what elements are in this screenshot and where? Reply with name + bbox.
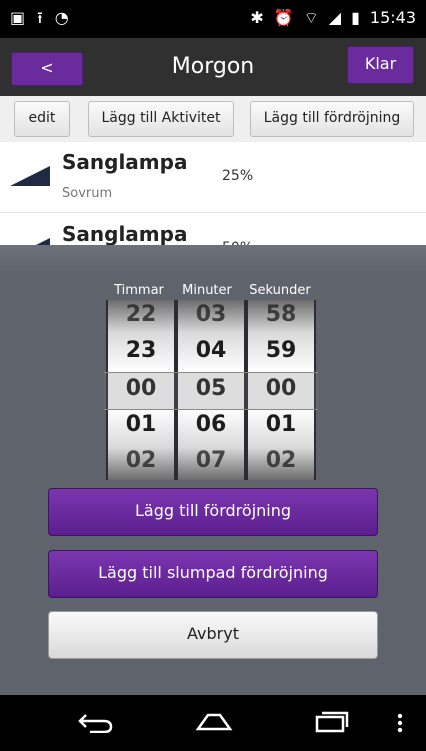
status-time: 15:43 [369, 8, 416, 27]
picker-value: 01 [265, 412, 297, 437]
wifi-icon: ⌔ [303, 7, 319, 27]
picker-value: 02 [125, 448, 157, 473]
picker-value: 02 [265, 448, 297, 473]
cancel-button[interactable]: Avbryt [48, 611, 378, 659]
bluetooth-icon: ✱ [250, 7, 264, 27]
picker-value: 07 [195, 448, 227, 473]
picker-value: 06 [195, 412, 227, 437]
recent-apps-icon[interactable] [314, 710, 350, 734]
dialog-top-edge [0, 245, 426, 275]
navigation-bar [0, 695, 426, 751]
device-name: Sanglampa [62, 222, 188, 246]
home-icon[interactable] [194, 711, 234, 733]
battery-icon: ▮ [351, 7, 360, 27]
device-location: Sovrum [62, 186, 113, 201]
upload-icon: ⭱ [37, 8, 43, 27]
picker-value: 03 [195, 302, 227, 327]
minutes-label: Minuter [182, 283, 232, 298]
wifi-signal-icon: ◔ [54, 8, 69, 27]
menu-icon[interactable] [396, 713, 404, 733]
back-icon[interactable] [78, 711, 114, 733]
add-delay-toolbar-button[interactable]: Lägg till fördröjning [250, 101, 414, 137]
dimmer-level-icon [10, 166, 50, 186]
app-header: < Morgon Klar [0, 38, 426, 96]
picker-value: 22 [125, 302, 157, 327]
image-icon: ▣ [10, 8, 26, 27]
device-value: 25% [222, 168, 254, 184]
cell-signal-icon: ◢ [328, 7, 342, 27]
picker-value: 01 [125, 412, 157, 437]
picker-value: 04 [195, 338, 227, 363]
toolbar: edit Lägg till Aktivitet Lägg till fördr… [0, 96, 426, 143]
alarm-icon: ⏰ [273, 7, 294, 27]
device-name: Sanglampa [62, 150, 188, 174]
done-button[interactable]: Klar [347, 46, 414, 84]
picker-value: 58 [265, 302, 297, 327]
picker-value: 23 [125, 338, 157, 363]
hours-label: Timmar [114, 283, 164, 298]
activity-list: Sanglampa Sovrum 25% Sanglampa 50% [0, 142, 426, 285]
picker-selection-band [104, 372, 318, 410]
edit-button[interactable]: edit [14, 101, 70, 137]
delay-dialog: Timmar Minuter Sekunder 22 23 00 01 02 0… [0, 245, 426, 695]
status-bar: ▣ ⭱ ◔ ✱ ⏰ ⌔ ◢ ▮ 15:43 [0, 0, 426, 38]
add-random-delay-button[interactable]: Lägg till slumpad fördröjning [48, 550, 378, 598]
add-delay-button[interactable]: Lägg till fördröjning [48, 488, 378, 536]
list-item[interactable]: Sanglampa Sovrum 25% [0, 142, 426, 213]
add-activity-button[interactable]: Lägg till Aktivitet [88, 101, 234, 137]
picker-value: 59 [265, 338, 297, 363]
seconds-label: Sekunder [249, 283, 311, 298]
